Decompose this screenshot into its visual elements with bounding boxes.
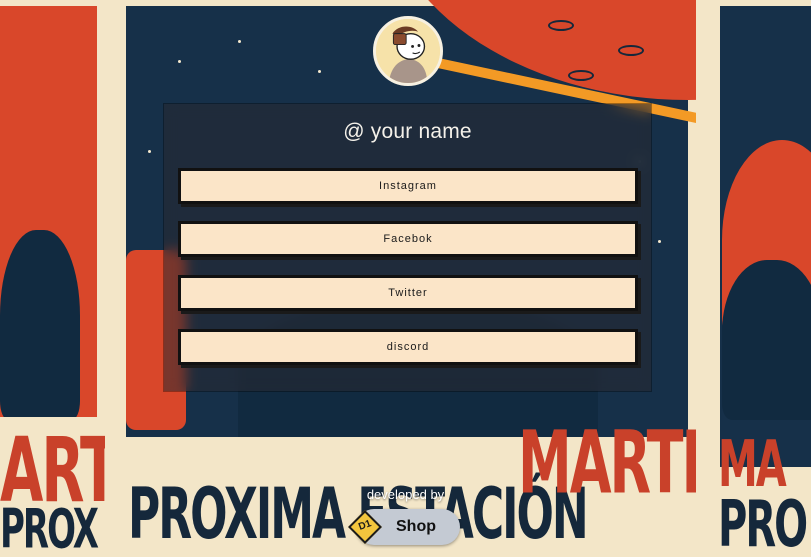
link-button-instagram[interactable]: Instagram — [178, 168, 638, 204]
shop-label: Shop — [396, 518, 436, 535]
link-label: discord — [386, 341, 430, 353]
link-label: Facebok — [383, 233, 433, 245]
d1-logo-icon[interactable]: D1 — [348, 510, 382, 544]
poster-right: MA PRO — [712, 0, 811, 557]
links-card: @ your name Instagram Facebok Twitter di… — [164, 104, 651, 391]
avatar — [373, 16, 443, 86]
developed-by-text: developed by — [366, 487, 445, 502]
profile-name: @ your name — [343, 120, 472, 143]
link-label: Instagram — [379, 180, 437, 192]
link-button-facebook[interactable]: Facebok — [178, 221, 638, 257]
link-button-twitter[interactable]: Twitter — [178, 275, 638, 311]
link-label: Twitter — [388, 287, 428, 299]
avatar-image — [376, 19, 440, 83]
poster-left: ARTE PROX — [0, 0, 105, 557]
link-button-discord[interactable]: discord — [178, 329, 638, 365]
